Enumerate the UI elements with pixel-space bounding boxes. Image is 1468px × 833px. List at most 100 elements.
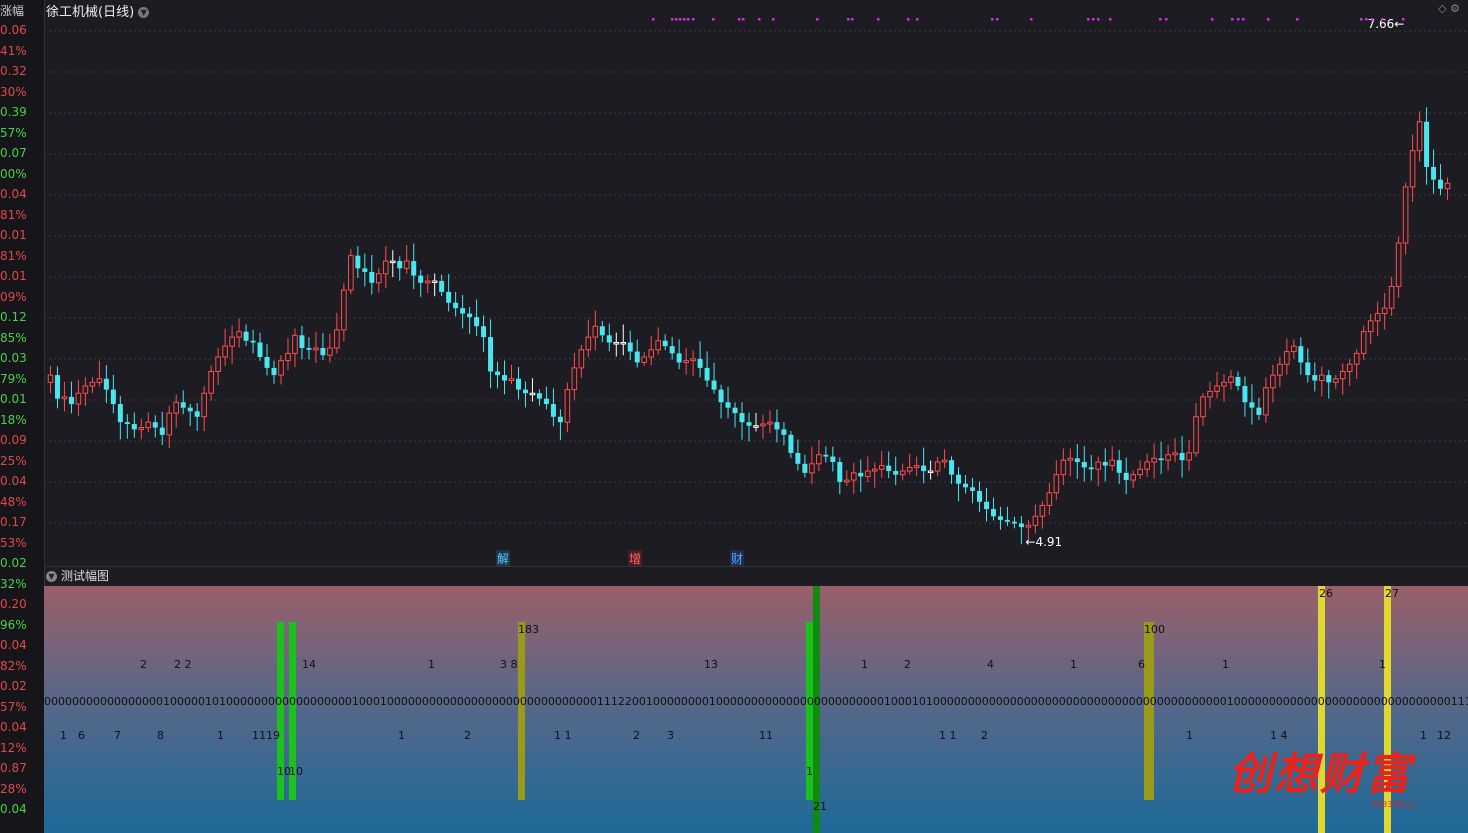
- indicator-value: 11: [759, 729, 773, 742]
- candle: [760, 414, 766, 439]
- candle: [802, 454, 808, 478]
- indicator-bar: [1147, 622, 1154, 800]
- candle: [599, 320, 605, 343]
- candle: [1242, 376, 1248, 417]
- candle: [990, 497, 996, 521]
- candle: [983, 487, 989, 522]
- candle: [341, 283, 347, 342]
- candle: [292, 328, 298, 368]
- signal-marker: [683, 18, 686, 21]
- axis-label: 0.04: [0, 638, 27, 652]
- signal-marker: [712, 18, 715, 21]
- candle: [1424, 107, 1430, 185]
- candle: [1151, 443, 1157, 479]
- signal-marker: [1381, 18, 1384, 21]
- indicator-value: 3: [667, 729, 674, 742]
- candle: [1186, 439, 1192, 471]
- candle: [592, 310, 599, 351]
- candle: [795, 439, 801, 471]
- candle: [474, 299, 480, 337]
- top-right-icons[interactable]: ◇ ⚙: [1438, 2, 1460, 15]
- diamond-icon[interactable]: ◇: [1438, 2, 1446, 15]
- axis-label: 85%: [0, 330, 27, 345]
- candle: [1018, 515, 1024, 545]
- signal-marker: [1267, 18, 1270, 21]
- candle: [893, 456, 899, 485]
- candle: [355, 246, 361, 279]
- candle: [1137, 460, 1143, 480]
- candle: [1339, 363, 1346, 395]
- axis-label: 0.09: [0, 433, 27, 447]
- axis-label: 0.03: [0, 351, 27, 365]
- candle: [921, 447, 927, 484]
- candle: [767, 410, 773, 434]
- candle: [327, 333, 333, 363]
- indicator-value: 1: [1379, 658, 1386, 671]
- candle: [711, 362, 717, 394]
- axis-label: 00%: [0, 166, 27, 181]
- axis-label: 82%: [0, 658, 27, 673]
- candlestick-chart[interactable]: 7.66←←4.91: [44, 18, 1468, 548]
- candle: [145, 412, 152, 433]
- settings-icon[interactable]: ⚙: [1450, 2, 1460, 15]
- candle: [446, 274, 452, 312]
- candle: [641, 351, 648, 367]
- candle: [1081, 445, 1087, 482]
- indicator-value: 10: [289, 765, 303, 778]
- signal-marker: [996, 18, 999, 21]
- sub-panel-header[interactable]: ▼ 测试幅图: [44, 566, 1468, 586]
- candle: [1011, 516, 1017, 529]
- candle: [1200, 393, 1206, 426]
- candle: [906, 453, 913, 475]
- candle: [578, 344, 585, 379]
- axis-label: 48%: [0, 494, 27, 509]
- signal-marker: [1087, 18, 1090, 21]
- candle: [1353, 349, 1360, 380]
- signal-marker: [1092, 18, 1095, 21]
- price-axis: 涨幅 0.06 41% 0.32 30% 0.39 57% 0.07 00% 0.04 81% 0.…: [0, 0, 45, 833]
- indicator-value: 1: [861, 658, 868, 671]
- candle: [522, 381, 528, 408]
- candle: [75, 380, 82, 416]
- watermark-url: 993358.cn: [1372, 800, 1415, 809]
- indicator-value: 2: [904, 658, 911, 671]
- candle: [963, 475, 969, 494]
- candle: [886, 451, 892, 479]
- candle: [941, 449, 948, 469]
- candle: [1214, 371, 1220, 399]
- candle: [320, 333, 326, 361]
- event-tag[interactable]: 增: [628, 550, 643, 567]
- axis-label: 28%: [0, 781, 27, 796]
- axis-label: 0.04: [0, 187, 27, 201]
- candle: [997, 506, 1003, 530]
- candle: [1053, 460, 1060, 500]
- candle: [502, 360, 508, 395]
- candle: [878, 451, 885, 478]
- signal-marker: [1242, 18, 1245, 21]
- candle: [313, 331, 319, 363]
- event-tag[interactable]: 财: [730, 550, 745, 567]
- candle: [704, 351, 710, 388]
- chevron-down-icon[interactable]: ▼: [46, 571, 57, 582]
- axis-label: 18%: [0, 412, 27, 427]
- candle: [1270, 364, 1276, 403]
- candle: [243, 324, 249, 346]
- candle: [690, 350, 696, 376]
- indicator-value: 2: [464, 729, 471, 742]
- candle: [1179, 436, 1185, 478]
- candle: [913, 456, 920, 477]
- event-tags: 解增财: [44, 550, 1468, 567]
- candle: [1102, 448, 1108, 482]
- candle: [1360, 325, 1367, 360]
- candle: [676, 339, 682, 370]
- candle: [1158, 441, 1164, 475]
- chevron-down-icon[interactable]: ▼: [138, 7, 150, 18]
- candle: [934, 456, 941, 477]
- axis-label: 0.32: [0, 64, 27, 78]
- axis-label: 0.01: [0, 228, 27, 242]
- event-tag[interactable]: 解: [496, 550, 511, 567]
- candle: [977, 481, 983, 512]
- candle: [830, 446, 836, 472]
- indicator-value: 1: [806, 765, 813, 778]
- indicator-value: 21: [813, 800, 827, 813]
